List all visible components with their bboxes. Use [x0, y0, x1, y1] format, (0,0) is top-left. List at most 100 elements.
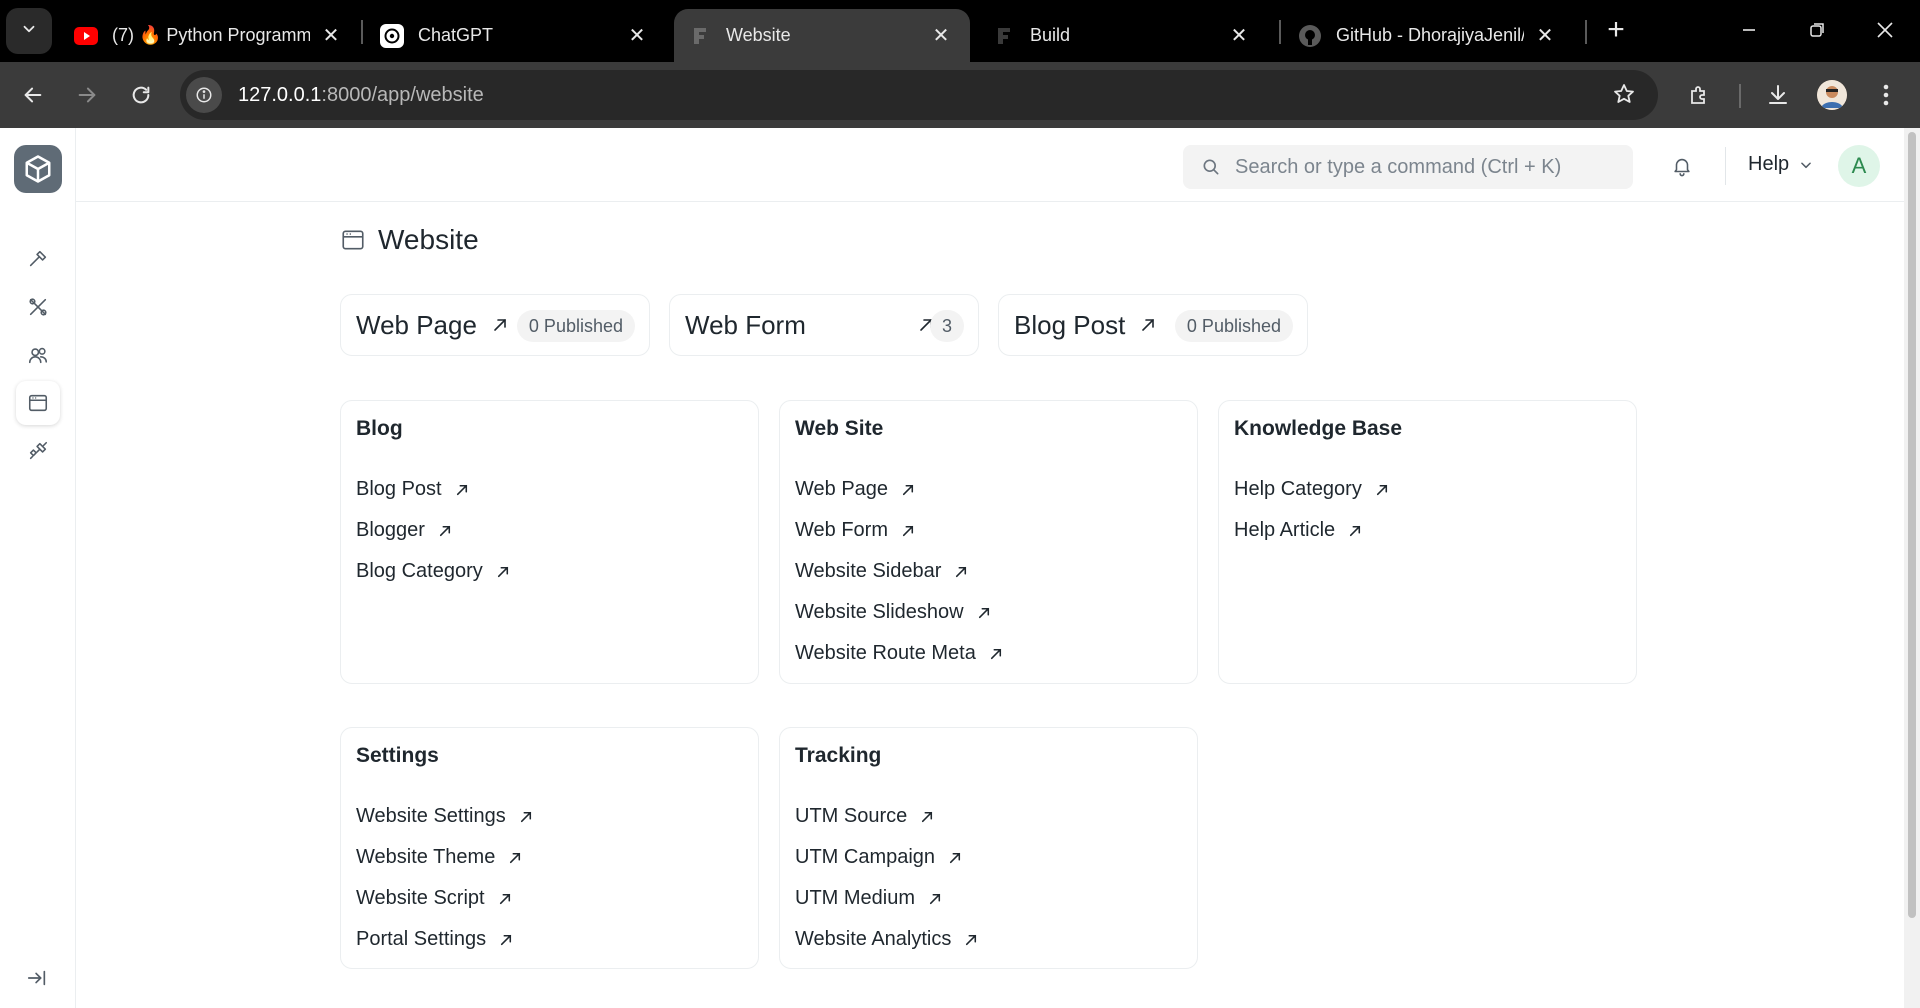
sidebar-item-tools[interactable] [16, 285, 60, 329]
forward-button[interactable] [70, 78, 104, 112]
shortcut-label: Blog Post [1014, 309, 1126, 340]
arrow-up-right-icon [978, 607, 990, 619]
scrollbar-thumb[interactable] [1908, 132, 1916, 918]
website-icon [340, 227, 366, 253]
sidebar-item-build[interactable] [16, 237, 60, 281]
sidebar-item-website[interactable] [16, 381, 60, 425]
shortcut-count-badge: 3 [929, 310, 964, 342]
card-links: Blog Post Blogger Blog Category [356, 469, 509, 592]
card-link-label: Portal Settings [356, 928, 487, 950]
reload-button[interactable] [124, 78, 158, 112]
card-link[interactable]: Portal Settings [356, 919, 532, 960]
card-link-label: UTM Campaign [795, 846, 936, 868]
help-dropdown[interactable]: Help [1748, 153, 1813, 176]
app-root: Help A Website Web Page 0 Published Web … [0, 128, 1920, 1008]
page-header: Website [340, 224, 479, 256]
arrow-up-right-icon [439, 525, 451, 537]
notifications-button[interactable] [1667, 151, 1697, 181]
browser-tab-build[interactable]: Build ✕ [978, 9, 1268, 62]
collapse-icon [27, 970, 46, 986]
back-button[interactable] [16, 78, 50, 112]
search-input[interactable] [1235, 155, 1615, 179]
close-icon [1877, 22, 1893, 38]
site-info-icon[interactable] [186, 77, 222, 113]
card-link[interactable]: UTM Campaign [795, 837, 977, 878]
browser-tab-chatgpt[interactable]: ChatGPT ✕ [366, 9, 666, 62]
shortcut-web-page[interactable]: Web Page 0 Published [340, 294, 650, 356]
tab-title: Website [726, 25, 791, 45]
card-link-label: Blogger [356, 519, 425, 541]
tab-title: GitHub - DhorajiyaJenil/a [1336, 25, 1524, 45]
new-tab-button[interactable]: + [1600, 13, 1632, 46]
shortcut-blog-post[interactable]: Blog Post 0 Published [998, 294, 1308, 356]
browser-tab-youtube[interactable]: (7) 🔥 Python Programm ✕ [60, 9, 360, 62]
close-icon[interactable]: ✕ [1228, 25, 1250, 47]
card-link[interactable]: Blog Post [356, 469, 509, 510]
browser-menu-button[interactable] [1869, 78, 1903, 112]
arrow-up-right-icon [509, 852, 521, 864]
card-link[interactable]: Website Route Meta [795, 633, 1002, 674]
browser-tab-github[interactable]: GitHub - DhorajiyaJenil/a ✕ [1284, 9, 1574, 62]
card-links: Website Settings Website Theme Website S… [356, 796, 532, 960]
card-link[interactable]: UTM Source [795, 796, 977, 837]
reload-icon [132, 86, 150, 104]
close-icon[interactable]: ✕ [930, 25, 952, 47]
page-title: Website [378, 224, 479, 255]
page-scrollbar[interactable] [1904, 128, 1920, 1008]
tab-divider [1585, 20, 1587, 44]
browser-tab-website[interactable]: Website ✕ [674, 9, 970, 62]
card-link[interactable]: Blogger [356, 510, 509, 551]
card-title: Settings [356, 744, 439, 767]
close-icon[interactable]: ✕ [626, 25, 648, 47]
card-link[interactable]: Help Article [1234, 510, 1388, 551]
toolbar-divider [1739, 84, 1741, 108]
frappe-icon [688, 24, 712, 48]
downloads-button[interactable] [1761, 78, 1795, 112]
bookmark-star-icon[interactable] [1612, 82, 1636, 111]
tab-title: Build [1030, 25, 1071, 45]
card-title: Tracking [795, 744, 882, 767]
frappe-icon [992, 24, 1016, 48]
card-link[interactable]: Blog Category [356, 551, 509, 592]
card-link[interactable]: Website Theme [356, 837, 532, 878]
card-link-label: UTM Medium [795, 887, 916, 909]
card-link-label: Website Route Meta [795, 642, 976, 664]
minimize-button[interactable] [1726, 10, 1772, 50]
arrow-up-right-icon [955, 566, 967, 578]
card-link[interactable]: Web Form [795, 510, 1002, 551]
close-icon[interactable]: ✕ [1534, 25, 1556, 47]
browser-profile-avatar[interactable] [1817, 80, 1847, 110]
card-link[interactable]: Website Settings [356, 796, 532, 837]
card-link[interactable]: Website Sidebar [795, 551, 1002, 592]
url-host: 127.0.0.1 [238, 83, 322, 106]
tab-search-button[interactable] [6, 8, 52, 54]
website-icon [28, 394, 48, 412]
user-avatar[interactable]: A [1838, 145, 1880, 187]
card-link[interactable]: UTM Medium [795, 878, 977, 919]
card-link[interactable]: Help Category [1234, 469, 1388, 510]
cube-icon [25, 155, 51, 183]
sidebar-item-users[interactable] [16, 333, 60, 377]
arrow-right-icon [78, 87, 96, 103]
url-text: 127.0.0.1:8000/app/website [238, 84, 484, 107]
chatgpt-icon [380, 23, 404, 48]
arrow-up-right-icon [1376, 484, 1388, 496]
card-link[interactable]: Website Slideshow [795, 592, 1002, 633]
card-link-label: Blog Post [356, 478, 442, 500]
close-window-button[interactable] [1862, 10, 1908, 50]
shortcut-web-form[interactable]: Web Form 3 [669, 294, 979, 356]
app-logo[interactable] [14, 145, 62, 193]
collapse-sidebar-button[interactable] [22, 963, 52, 993]
close-icon[interactable]: ✕ [320, 25, 342, 47]
sidebar-item-integrations[interactable] [16, 429, 60, 473]
card-link[interactable]: Website Script [356, 878, 532, 919]
command-search[interactable] [1183, 145, 1633, 189]
github-icon [1298, 24, 1322, 48]
card-link[interactable]: Web Page [795, 469, 1002, 510]
arrow-up-right-icon [520, 811, 532, 823]
card-link[interactable]: Website Analytics [795, 919, 977, 960]
extensions-button[interactable] [1682, 78, 1716, 112]
card-knowledge-base: Knowledge Base Help Category Help Articl… [1218, 400, 1637, 684]
restore-button[interactable] [1794, 10, 1840, 50]
address-bar[interactable]: 127.0.0.1:8000/app/website [180, 70, 1658, 120]
